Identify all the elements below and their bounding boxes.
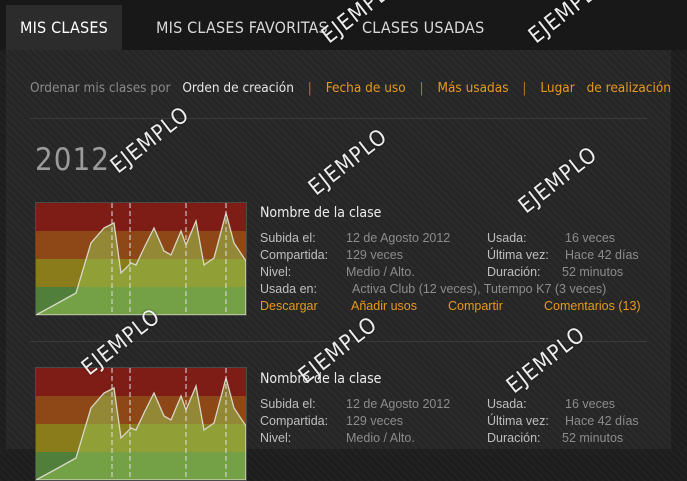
tab-mis-clases[interactable]: MIS CLASES — [6, 5, 122, 50]
intensity-graph — [36, 368, 246, 480]
tab-clases-usadas[interactable]: CLASES USADAS — [362, 5, 484, 50]
divider — [30, 118, 647, 119]
duration-value: 52 minutos — [562, 265, 624, 279]
intensity-graph — [36, 203, 246, 315]
used-label: Usada: — [487, 397, 527, 411]
last-used-value: Hace 42 días — [565, 248, 639, 262]
tab-mis-clases-favoritas[interactable]: MIS CLASES FAVORITAS — [156, 5, 328, 50]
used-value: 16 veces — [565, 397, 616, 411]
used-in-label: Usada en: — [260, 282, 317, 296]
level-label: Nivel: — [260, 265, 292, 279]
shared-label: Compartida: — [260, 414, 329, 428]
class-title[interactable]: Nombre de la clase — [260, 205, 381, 221]
uploaded-label: Subida el: — [260, 397, 316, 411]
level-value: Medio / Alto. — [346, 265, 415, 279]
sort-option-creation[interactable]: Orden de creación — [182, 80, 294, 96]
used-value: 16 veces — [565, 231, 616, 245]
last-used-value: Hace 42 días — [565, 414, 639, 428]
download-link[interactable]: Descargar — [260, 299, 318, 313]
level-label: Nivel: — [260, 431, 292, 445]
sort-bar: Ordenar mis clases por Orden de creación… — [30, 80, 671, 96]
class-intensity-chart[interactable] — [35, 367, 247, 481]
tab-bar: MIS CLASES MIS CLASES FAVORITAS CLASES U… — [0, 0, 687, 50]
uploaded-value: 12 de Agosto 2012 — [346, 397, 451, 411]
duration-label: Duración: — [487, 265, 541, 279]
sort-option-place[interactable]: Lugar — [540, 80, 574, 96]
share-link[interactable]: Compartir — [448, 299, 503, 313]
sort-separator: | — [419, 80, 424, 96]
comments-link[interactable]: Comentarios (13) — [544, 299, 641, 313]
sort-option-place-suffix[interactable]: de realización — [587, 80, 671, 96]
class-title[interactable]: Nombre de la clase — [260, 371, 381, 387]
last-used-label: Última vez: — [487, 414, 549, 428]
class-intensity-chart[interactable] — [35, 202, 247, 316]
uploaded-label: Subida el: — [260, 231, 316, 245]
level-value: Medio / Alto. — [346, 431, 415, 445]
sort-label: Ordenar mis clases por — [30, 80, 171, 96]
shared-value: 129 veces — [346, 248, 403, 262]
duration-value: 52 minutos — [562, 431, 624, 445]
sort-separator: | — [522, 80, 527, 96]
used-in-value: Activa Club (12 veces), Tutempo K7 (3 ve… — [352, 282, 607, 296]
sort-option-date[interactable]: Fecha de uso — [326, 80, 406, 96]
sort-separator: | — [307, 80, 312, 96]
divider — [30, 341, 647, 342]
shared-value: 129 veces — [346, 414, 403, 428]
uploaded-value: 12 de Agosto 2012 — [346, 231, 451, 245]
sort-option-most-used[interactable]: Más usadas — [437, 80, 508, 96]
year-heading: 2012 — [35, 142, 110, 178]
last-used-label: Última vez: — [487, 248, 549, 262]
add-uses-link[interactable]: Añadir usos — [351, 299, 417, 313]
shared-label: Compartida: — [260, 248, 329, 262]
duration-label: Duración: — [487, 431, 541, 445]
used-label: Usada: — [487, 231, 527, 245]
